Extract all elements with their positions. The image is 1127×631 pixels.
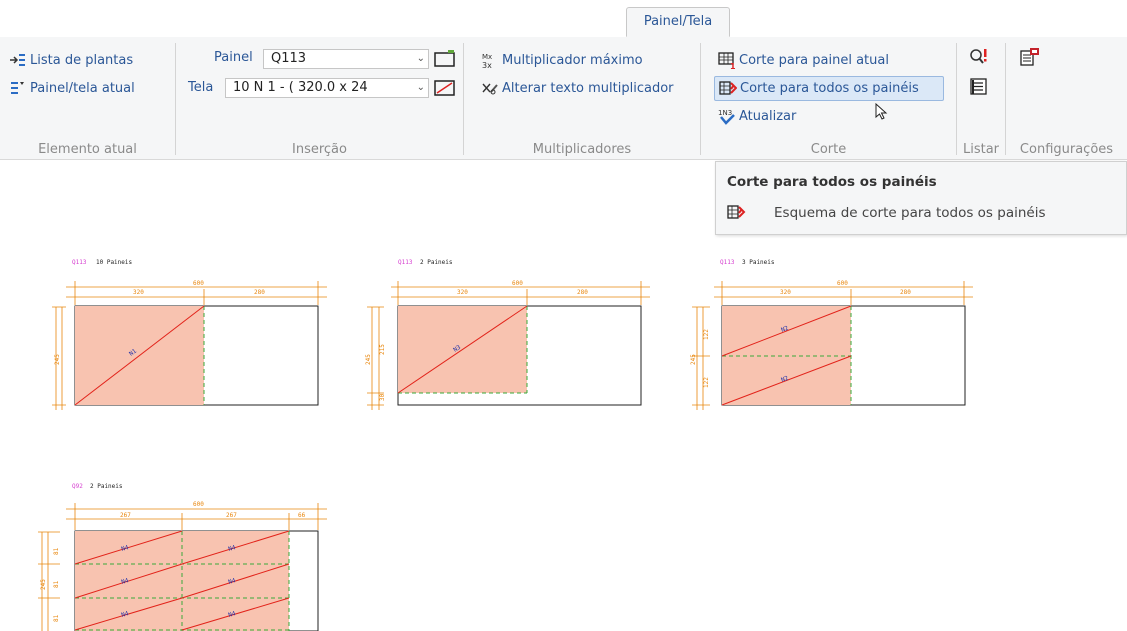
drawing-code: Q113 <box>72 259 87 266</box>
painel-label: Painel <box>214 50 253 65</box>
group-label-corte: Corte <box>810 142 847 157</box>
dim-height: 81 <box>53 614 60 622</box>
chevron-down-icon: ⌄ <box>416 82 425 93</box>
dim-height: 245 <box>54 354 61 365</box>
lista-plantas-button[interactable]: Lista de plantas <box>8 49 133 71</box>
painel-value: Q113 <box>271 51 307 66</box>
painel-tela-atual-button[interactable]: Painel/tela atual <box>8 77 135 99</box>
group-insercao: Painel Q113 ⌄ Tela 10 N 1 - ( 320.0 x 24… <box>176 37 463 159</box>
drawing-caption: 2 Paineis <box>90 483 123 490</box>
dim-height: 30 <box>379 393 386 401</box>
group-label-configuracoes: Configurações <box>1019 142 1114 157</box>
chevron-down-icon: ⌄ <box>416 53 425 64</box>
dim-part: 280 <box>577 289 588 296</box>
dim-total: 600 <box>837 280 848 287</box>
panel-drawing-1[interactable]: Q113 10 Paineis 600 320 280 245 N1 <box>52 259 327 410</box>
drawing-caption: 3 Paineis <box>742 259 775 266</box>
dim-total: 600 <box>193 280 204 287</box>
tab-painel-tela[interactable]: Painel/Tela <box>626 7 730 37</box>
svg-text:1: 1 <box>730 62 736 69</box>
dim-height: 245 <box>690 354 697 365</box>
group-elemento-atual: Lista de plantas Painel/tela atual Eleme… <box>0 37 175 159</box>
dim-total: 600 <box>193 501 204 508</box>
panel-rectangle-icon[interactable] <box>434 50 456 72</box>
panel-list-icon <box>8 79 28 97</box>
group-label-insercao: Inserção <box>292 142 347 157</box>
dim-height: 245 <box>365 354 372 365</box>
tela-select[interactable]: 10 N 1 - ( 320.0 x 24 ⌄ <box>225 78 429 98</box>
dim-height: 245 <box>40 579 47 590</box>
painel-select[interactable]: Q113 ⌄ <box>263 49 429 69</box>
svg-text:Mx: Mx <box>482 53 492 61</box>
tela-value: 10 N 1 - ( 320.0 x 24 <box>233 80 368 95</box>
atualizar-button[interactable]: 1N3 Atualizar <box>717 105 796 127</box>
ribbon: Lista de plantas Painel/tela atual Eleme… <box>0 37 1127 160</box>
cut-all-panels-icon <box>718 80 738 98</box>
lista-plantas-label: Lista de plantas <box>30 52 134 68</box>
settings-sheet-icon[interactable] <box>1019 47 1041 71</box>
tela-label: Tela <box>188 80 214 95</box>
screen-diagonal-icon[interactable] <box>434 79 456 101</box>
group-label-multiplicadores: Multiplicadores <box>532 142 632 157</box>
dim-part: 320 <box>133 289 144 296</box>
alterar-texto-label: Alterar texto multiplicador <box>502 80 674 96</box>
group-label-elemento-atual: Elemento atual <box>38 142 137 157</box>
dim-total: 600 <box>512 280 523 287</box>
drawing-code: Q113 <box>398 259 413 266</box>
corte-todos-label: Corte para todos os painéis <box>740 81 919 96</box>
multiplicador-maximo-label: Multiplicador máximo <box>502 52 643 68</box>
drawing-caption: 10 Paineis <box>96 259 133 266</box>
list-report-icon[interactable] <box>969 77 989 101</box>
search-alert-icon[interactable] <box>969 47 989 71</box>
drawing-code: Q113 <box>720 259 735 266</box>
drawing-code: Q92 <box>72 483 83 490</box>
alterar-texto-multiplicador-button[interactable]: Alterar texto multiplicador <box>480 77 674 99</box>
panel-drawing-3[interactable]: Q113 3 Paineis 600 320 280 245 122 122 N… <box>690 259 973 410</box>
corte-painel-atual-label: Corte para painel atual <box>739 52 889 68</box>
dim-part: 320 <box>780 289 791 296</box>
dim-height: 81 <box>53 580 60 588</box>
dim-height: 215 <box>379 344 386 355</box>
edit-multiplier-icon <box>480 79 500 97</box>
dim-part: 280 <box>254 289 265 296</box>
corte-todos-paineis-button[interactable]: Corte para todos os painéis <box>714 76 944 101</box>
panel-drawing-2[interactable]: Q113 2 Paineis 600 320 280 245 215 30 N3 <box>365 259 650 410</box>
drawing-canvas[interactable]: Q113 10 Paineis 600 320 280 245 N1 Q113 … <box>0 160 1127 631</box>
atualizar-label: Atualizar <box>739 108 797 124</box>
group-configuracoes: Configurações <box>1006 37 1127 159</box>
dim-part: 280 <box>900 289 911 296</box>
dim-height: 122 <box>703 329 710 340</box>
dim-height: 122 <box>703 377 710 388</box>
multiplicador-maximo-button[interactable]: Mx 3x Multiplicador máximo <box>480 49 643 71</box>
dim-part: 66 <box>298 512 306 519</box>
drawing-caption: 2 Paineis <box>420 259 453 266</box>
group-label-listar: Listar <box>962 142 1000 157</box>
group-multiplicadores: Mx 3x Multiplicador máximo Alterar texto … <box>464 37 700 159</box>
dim-height: 81 <box>53 547 60 555</box>
group-corte: 1 Corte para painel atual Corte para tod… <box>701 37 956 159</box>
mouse-cursor-icon <box>875 102 889 125</box>
painel-tela-atual-label: Painel/tela atual <box>30 80 135 96</box>
panel-drawing-4[interactable]: Q92 2 Paineis 600 267 267 66 245 81 81 8… <box>38 483 327 631</box>
corte-painel-atual-button[interactable]: 1 Corte para painel atual <box>717 49 889 71</box>
svg-text:1N3: 1N3 <box>718 109 732 117</box>
refresh-check-icon: 1N3 <box>717 107 737 125</box>
cut-panel-icon: 1 <box>717 51 737 69</box>
list-arrow-icon <box>8 51 28 69</box>
dim-part: 267 <box>120 512 131 519</box>
ribbon-tab-bar: Painel/Tela <box>0 0 1127 38</box>
multiplier-max-icon: Mx 3x <box>480 51 500 69</box>
dim-part: 320 <box>457 289 468 296</box>
dim-part: 267 <box>226 512 237 519</box>
group-listar: Listar <box>957 37 1005 159</box>
svg-text:3x: 3x <box>482 61 492 69</box>
